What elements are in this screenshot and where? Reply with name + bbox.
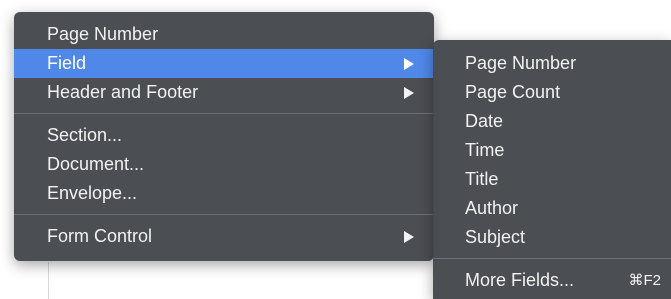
menu-item-label: Section... [47,125,123,145]
submenu-arrow-icon [404,58,414,70]
submenu-item-label: Page Number [465,53,577,73]
submenu-item-time[interactable]: Time [433,136,671,165]
menu-item-label: Document... [47,154,145,174]
submenu-arrow-icon [404,87,414,99]
menu-item-form-control[interactable]: Form Control [14,222,434,251]
submenu-item-label: Title [465,169,499,189]
menu-item-document[interactable]: Document... [14,150,434,179]
menu-separator [14,113,434,114]
submenu-arrow-icon [404,231,414,243]
submenu-item-author[interactable]: Author [433,194,671,223]
menu-item-label: Envelope... [47,183,138,203]
submenu-item-subject[interactable]: Subject [433,223,671,252]
submenu-item-page-count[interactable]: Page Count [433,78,671,107]
submenu-item-label: More Fields... [465,270,575,290]
submenu-item-label: Subject [465,227,526,247]
menu-item-label: Header and Footer [47,82,199,102]
insert-menu: Page Number Field Header and Footer Sect… [14,12,434,261]
menu-separator [14,214,434,215]
menu-item-section[interactable]: Section... [14,121,434,150]
submenu-item-label: Date [465,111,504,131]
submenu-item-page-number[interactable]: Page Number [433,49,671,78]
menu-item-label: Form Control [47,226,153,246]
keyboard-shortcut: ⌘F2 [628,272,661,289]
submenu-item-label: Time [465,140,505,160]
menu-item-page-number[interactable]: Page Number [14,20,434,49]
submenu-separator [433,258,671,259]
menu-item-header-and-footer[interactable]: Header and Footer [14,78,434,107]
submenu-item-title[interactable]: Title [433,165,671,194]
submenu-item-label: Author [465,198,519,218]
menu-item-label: Field [47,53,87,73]
menu-item-label: Page Number [47,24,159,44]
menu-item-envelope[interactable]: Envelope... [14,179,434,208]
submenu-item-more-fields[interactable]: More Fields... ⌘F2 [433,266,671,295]
field-submenu: Page Number Page Count Date Time Title A… [433,40,671,299]
menu-item-field[interactable]: Field [14,49,434,78]
submenu-item-date[interactable]: Date [433,107,671,136]
submenu-item-label: Page Count [465,82,561,102]
document-margin-line [48,262,49,299]
